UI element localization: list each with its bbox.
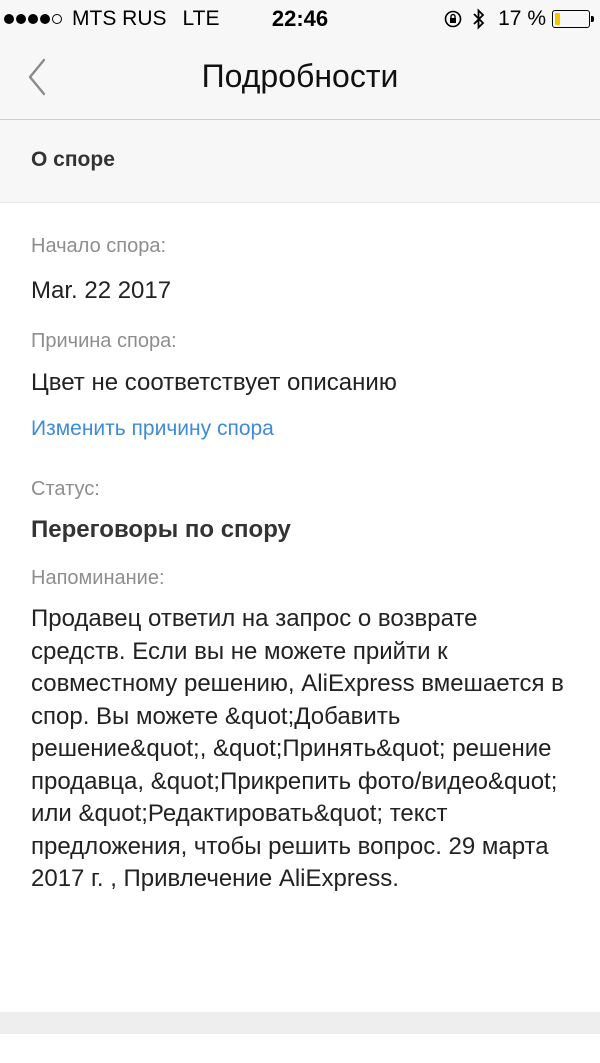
status-bar: MTS RUS LTE 22:46 17 %	[0, 0, 600, 40]
battery-icon	[552, 10, 594, 28]
change-reason-link[interactable]: Изменить причину спора	[31, 417, 274, 441]
rotation-lock-icon	[444, 10, 462, 28]
reason-value: Цвет не соответствует описанию	[31, 369, 397, 396]
page-title: Подробности	[201, 58, 399, 94]
section-header: О споре	[0, 120, 600, 203]
reminder-text: Продавец ответил на запрос о возврате ср…	[31, 605, 564, 892]
reason-label: Причина спора:	[31, 330, 177, 352]
navigation-bar: Подробности	[0, 40, 600, 120]
status-label: Статус:	[31, 478, 100, 500]
section-title: О споре	[31, 148, 115, 171]
start-date-label: Начало спора:	[31, 235, 166, 257]
section-divider	[0, 1012, 600, 1034]
reminder-label: Напоминание:	[31, 567, 165, 589]
start-date-value: Mar. 22 2017	[31, 277, 172, 304]
battery-percent: 17 %	[498, 7, 546, 30]
status-value: Переговоры по спору	[31, 516, 291, 543]
bluetooth-icon	[473, 8, 485, 30]
